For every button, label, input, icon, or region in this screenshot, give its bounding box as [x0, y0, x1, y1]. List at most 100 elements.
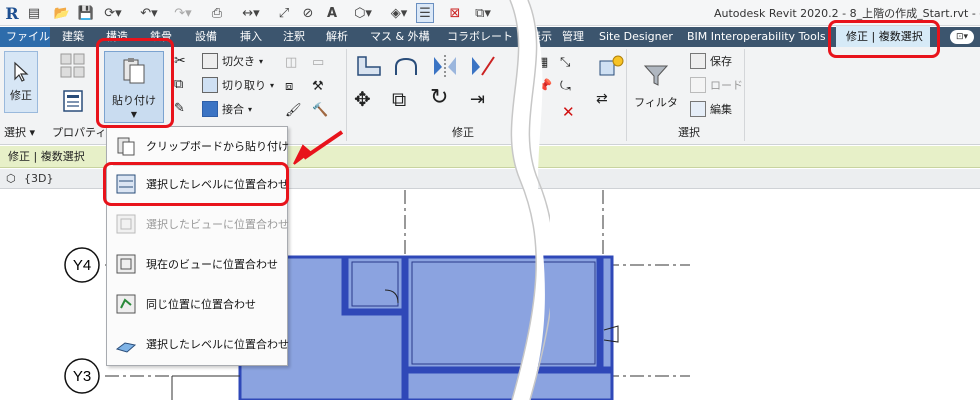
match-properties-icon[interactable]: ✎ — [174, 101, 185, 116]
save-selection-button[interactable]: 保存 — [690, 53, 732, 69]
create-similar-icon[interactable] — [596, 53, 626, 84]
paint-icon[interactable]: 🖌 — [285, 103, 302, 118]
revit-logo[interactable]: R — [4, 3, 20, 23]
tab-architecture[interactable]: 建築 — [62, 27, 84, 47]
grid-label-y4: Y4 — [73, 257, 91, 274]
modify-tool-button[interactable]: 修正 — [4, 51, 38, 113]
paste-icon — [123, 58, 145, 84]
cut-geometry-icon — [202, 77, 218, 93]
align-icon[interactable] — [354, 53, 384, 82]
tab-systems[interactable]: 設備 — [195, 27, 217, 47]
recent-files-icon[interactable]: ▤ — [26, 3, 42, 23]
edit-selection-icon — [690, 101, 706, 117]
paste-dropdown-arrow-icon: ▼ — [130, 110, 138, 119]
tab-analyze[interactable]: 解析 — [326, 27, 348, 47]
menu-item-label: クリップボードから貼り付け — [146, 140, 289, 153]
red-arrow-icon — [293, 130, 344, 165]
delete-icon[interactable]: ✕ — [562, 103, 575, 121]
split-face-icon[interactable]: ▭ — [312, 55, 324, 70]
align-to-same-place-item[interactable]: 同じ位置に位置合わせ — [107, 287, 287, 321]
tab-modify-multi-select[interactable]: 修正 | 複数選択 — [836, 26, 930, 48]
cope-button[interactable]: 切欠き ▾ — [202, 53, 263, 69]
edit-selection-label: 編集 — [710, 103, 732, 116]
undo-icon[interactable]: ↶▾ — [138, 3, 160, 23]
filter-button[interactable]: フィルタ — [634, 53, 678, 119]
cut-geometry-button[interactable]: 切り取り ▾ — [202, 77, 274, 93]
tab-options-icon[interactable]: ⊡▾ — [950, 30, 974, 44]
tab-site-designer[interactable]: Site Designer — [599, 27, 673, 47]
print-icon[interactable]: ⎙ — [208, 3, 226, 23]
paste-dropdown-menu: クリップボードから貼り付け 選択したレベルに位置合わせ 選択したビューに位置合わ… — [106, 126, 289, 366]
save-selection-icon — [690, 53, 706, 69]
move-icon[interactable]: ✥ — [354, 87, 371, 111]
align-to-picked-level-item[interactable]: 選択したレベルに位置合わせ — [107, 327, 289, 361]
load-selection-button[interactable]: ロード — [690, 77, 743, 93]
menu-item-label: 同じ位置に位置合わせ — [146, 298, 256, 311]
panel-select-label[interactable]: 選択 ▾ — [4, 125, 35, 141]
geometry-icon[interactable]: ◫ — [285, 55, 297, 70]
menu-separator — [113, 165, 281, 166]
panel-divider — [744, 49, 745, 141]
modify-label: 修正 — [10, 89, 32, 102]
filter-icon — [643, 65, 669, 86]
demolish-icon[interactable]: ⚒ — [312, 79, 324, 94]
window-title: Autodesk Revit 2020.2 - 8_上階の作成_Start.rv… — [714, 7, 980, 20]
menu-item-label: 選択したレベルに位置合わせ — [146, 338, 289, 351]
join-button[interactable]: 接合 ▾ — [202, 101, 252, 117]
current-view-icon — [116, 254, 136, 274]
trim-icon[interactable]: ⇥ — [470, 89, 485, 110]
paste-label: 貼り付け — [112, 94, 156, 107]
panel-properties-label: プロパティ — [52, 126, 107, 139]
view-tab-label: {3D} — [24, 172, 54, 185]
tab-steel[interactable]: 鉄骨 — [150, 27, 172, 47]
hammer-icon[interactable]: 🔨 — [312, 103, 328, 118]
join-label: 接合 — [222, 103, 244, 116]
measure-between-icon[interactable]: ⇄ — [596, 91, 608, 107]
load-selection-icon — [690, 77, 706, 93]
tab-file[interactable]: ファイル — [0, 27, 50, 47]
open-icon[interactable]: 📂 — [54, 3, 70, 23]
align-to-selected-views-item[interactable]: 選択したビューに位置合わせ — [107, 207, 289, 241]
rotate-icon[interactable]: ↻ — [430, 85, 448, 110]
wall-joins-icon[interactable]: ⧈ — [285, 79, 293, 94]
type-properties-icon[interactable] — [58, 51, 88, 81]
tab-bim-interoperability[interactable]: BIM Interoperability Tools — [687, 27, 826, 47]
sync-icon[interactable]: ⟳▾ — [102, 3, 124, 23]
save-icon[interactable]: 💾 — [78, 3, 94, 23]
copy-icon[interactable]: ⧉ — [174, 77, 183, 92]
align-to-current-view-item[interactable]: 現在のビューに位置合わせ — [107, 247, 287, 281]
scale-icon[interactable]: ⤡ — [560, 55, 570, 70]
join-icon — [202, 101, 218, 117]
align-to-selected-levels-item[interactable]: 選択したレベルに位置合わせ — [107, 167, 289, 201]
text-icon[interactable]: A — [324, 3, 340, 23]
redo-icon[interactable]: ↷▾ — [172, 3, 194, 23]
aligned-dimension-icon[interactable]: ⤢ — [276, 3, 292, 23]
tab-manage[interactable]: 管理 — [562, 27, 584, 47]
paste-from-clipboard-item[interactable]: クリップボードから貼り付け — [107, 129, 289, 163]
torn-separator — [509, 0, 550, 400]
selected-floor[interactable] — [238, 255, 614, 400]
tab-insert[interactable]: 挿入 — [240, 27, 262, 47]
copy-elements-icon[interactable]: ⧉ — [392, 87, 406, 111]
close-hidden-icon[interactable]: ⊠ — [446, 3, 464, 23]
align-levels-icon — [116, 174, 136, 194]
cut-icon[interactable]: ✂ — [174, 53, 186, 69]
menu-item-label: 選択したレベルに位置合わせ — [146, 178, 289, 191]
tab-annotate[interactable]: 注釈 — [283, 27, 305, 47]
mirror-axis-icon[interactable] — [430, 53, 460, 82]
edit-selection-button[interactable]: 編集 — [690, 101, 732, 117]
measure-icon[interactable]: ↔▾ — [240, 3, 262, 23]
panel-divider — [626, 49, 627, 141]
paste-button[interactable]: 貼り付け ▼ — [104, 51, 164, 123]
tab-structure[interactable]: 構造 — [106, 27, 128, 47]
offset-icon[interactable] — [392, 53, 422, 82]
3d-view-icon[interactable]: ⬡▾ — [352, 3, 374, 23]
tab-massing[interactable]: マス & 外構 — [370, 27, 430, 47]
unpin-icon[interactable]: ⤿ — [560, 79, 571, 94]
grid-label-y3: Y3 — [73, 368, 91, 385]
save-selection-label: 保存 — [710, 55, 732, 68]
thin-lines-icon[interactable]: ☰ — [416, 3, 434, 23]
section-icon[interactable]: ◈▾ — [388, 3, 410, 23]
properties-icon[interactable] — [62, 89, 84, 113]
tag-icon[interactable]: ⊘ — [300, 3, 316, 23]
